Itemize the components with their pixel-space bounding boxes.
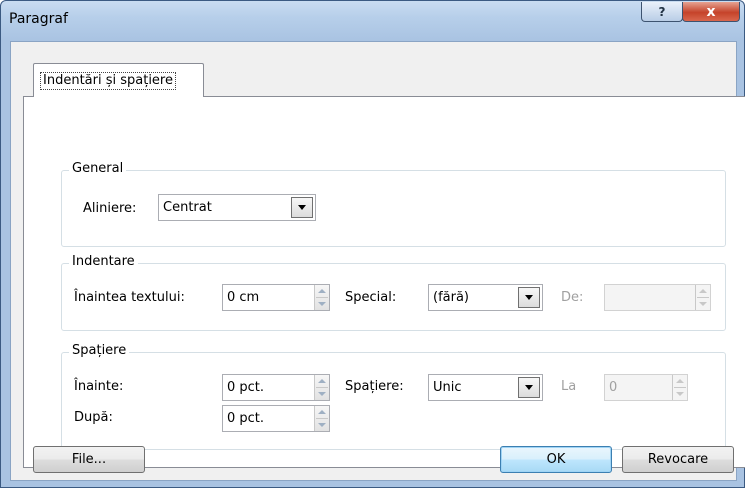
chevron-down-icon [525, 385, 533, 390]
before-text-spin-buttons[interactable] [314, 285, 329, 310]
before-value: 0 pct. [227, 380, 265, 395]
spacing-group [61, 352, 726, 450]
before-text-spinner[interactable]: 0 cm [222, 284, 330, 311]
special-select[interactable]: (fără) [428, 284, 543, 311]
tab-indents-spacing[interactable]: Indentări și spațiere [33, 63, 204, 97]
by-label: De: [561, 290, 584, 305]
cancel-button-label: Revocare [647, 452, 709, 467]
line-spacing-dropdown-button[interactable] [518, 377, 540, 398]
before-spinner[interactable]: 0 pct. [222, 374, 330, 401]
close-button[interactable]: x [682, 2, 740, 22]
alignment-value: Centrat [163, 200, 212, 215]
special-value: (fără) [433, 290, 469, 305]
cancel-button[interactable]: Revocare [622, 446, 734, 473]
spin-up-icon [318, 410, 326, 414]
before-text-value: 0 cm [227, 290, 260, 305]
alignment-label: Aliniere: [83, 201, 137, 216]
chevron-down-icon [525, 295, 533, 300]
spin-up-icon [318, 289, 326, 293]
at-label: La [561, 379, 577, 394]
spin-down-icon [676, 392, 684, 396]
general-group-title: General [69, 161, 127, 176]
ok-button[interactable]: OK [500, 446, 612, 473]
by-spinner[interactable] [604, 284, 711, 311]
before-spin-buttons[interactable] [314, 375, 329, 400]
indentation-group-title: Indentare [69, 254, 138, 269]
at-spinner[interactable]: 0 [604, 374, 688, 401]
spin-down-icon [699, 302, 707, 306]
after-spin-buttons[interactable] [314, 406, 329, 431]
spin-down-icon [318, 392, 326, 396]
line-spacing-value: Unic [433, 380, 462, 395]
close-icon: x [706, 3, 716, 20]
at-spin-buttons[interactable] [672, 375, 687, 400]
at-value: 0 [609, 380, 618, 395]
line-spacing-select[interactable]: Unic [428, 374, 543, 401]
special-dropdown-button[interactable] [518, 287, 540, 308]
spin-up-icon [676, 379, 684, 383]
by-spin-buttons[interactable] [695, 285, 710, 310]
before-text-label: Înaintea textului: [74, 290, 185, 305]
line-spacing-label: Spațiere: [345, 379, 404, 394]
spin-up-icon [699, 289, 707, 293]
alignment-select[interactable]: Centrat [158, 194, 316, 221]
tab-panel: General Aliniere: Centrat Indentare Înai… [23, 96, 745, 468]
window-title: Paragraf [9, 11, 68, 27]
special-label: Special: [345, 290, 397, 305]
alignment-dropdown-button[interactable] [291, 197, 313, 218]
spin-down-icon [318, 423, 326, 427]
after-label: După: [74, 410, 113, 425]
spacing-group-title: Spațiere [69, 343, 130, 358]
ok-button-label: OK [546, 452, 566, 467]
dialog-client: Indentări și spațiere General Aliniere: … [10, 41, 745, 481]
before-label: Înainte: [74, 379, 124, 394]
help-icon: ? [658, 4, 666, 19]
tabs-button-label: File... [71, 452, 107, 467]
spin-down-icon [318, 302, 326, 306]
chevron-down-icon [298, 205, 306, 210]
tab-label: Indentări și spațiere [40, 72, 176, 90]
after-value: 0 pct. [227, 411, 265, 426]
spin-up-icon [318, 379, 326, 383]
after-spinner[interactable]: 0 pct. [222, 405, 330, 432]
help-button[interactable]: ? [641, 2, 683, 22]
dialog-window: Paragraf ? x Indentări și spațiere Gener… [0, 0, 745, 488]
tabs-button[interactable]: File... [33, 446, 145, 473]
